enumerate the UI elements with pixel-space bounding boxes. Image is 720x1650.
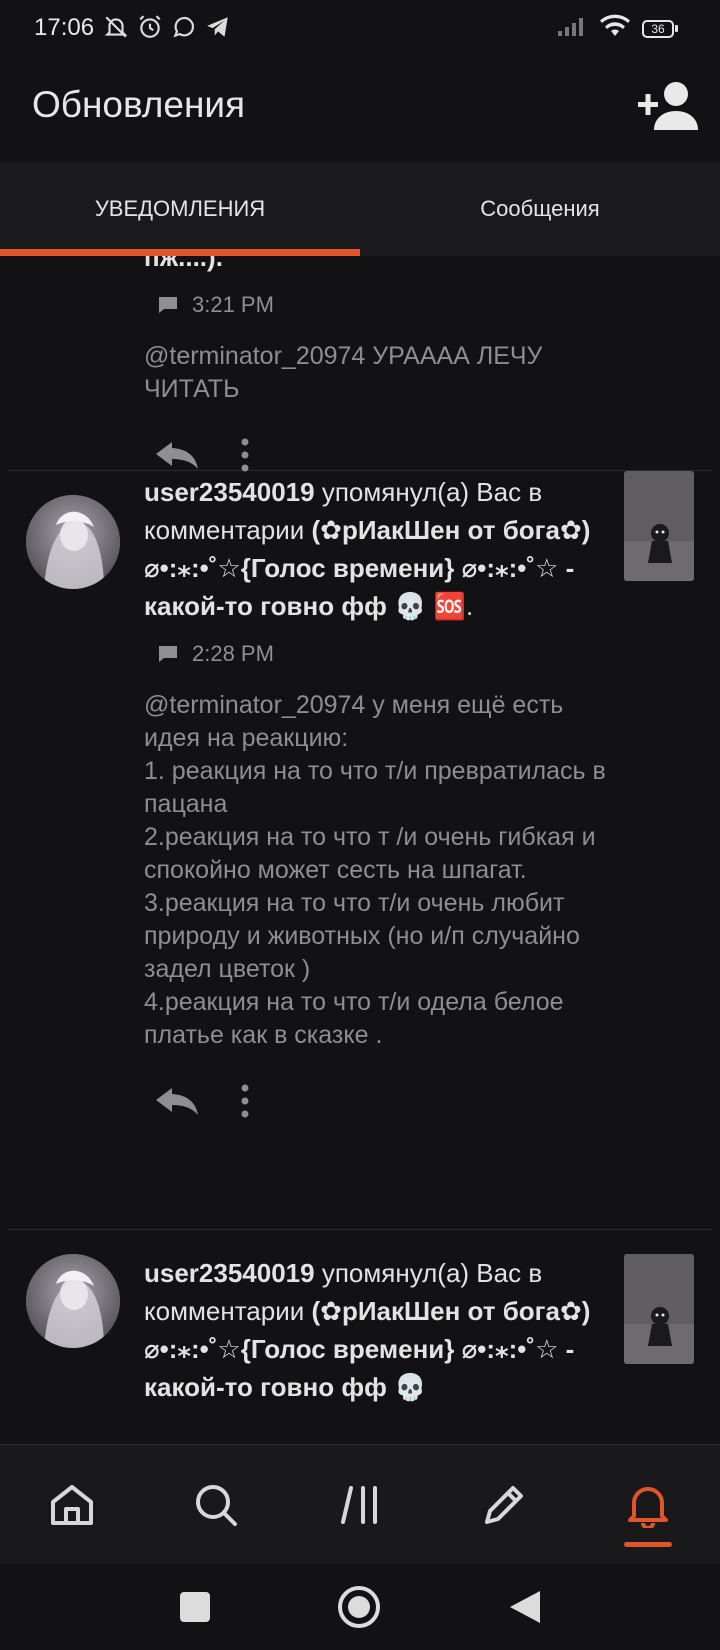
notification-user[interactable]: user23540019	[144, 1258, 315, 1288]
home-icon	[51, 1485, 93, 1525]
notification-item[interactable]: user23540019 упомянул(а) Вас в комментар…	[0, 471, 720, 1229]
tab-notifications[interactable]: УВЕДОМЛЕНИЯ	[0, 162, 360, 256]
add-user-button[interactable]	[638, 78, 700, 134]
telegram-icon	[204, 13, 232, 41]
avatar[interactable]	[26, 1254, 120, 1348]
home-circle-icon	[338, 1586, 380, 1628]
status-bar: 17:06 36	[0, 0, 720, 54]
comment-icon	[159, 646, 177, 662]
nav-search[interactable]	[186, 1475, 246, 1535]
notification-feed[interactable]: пж....). 3:21 PM @terminator_20974 УРААА…	[0, 256, 720, 1444]
recents-square-icon	[180, 1592, 210, 1622]
notification-time: 3:21 PM	[192, 292, 274, 317]
nav-home[interactable]	[42, 1475, 102, 1535]
more-vertical-icon	[241, 1084, 249, 1117]
notification-user[interactable]: user23540019	[144, 477, 315, 507]
notification-time: 2:28 PM	[192, 641, 274, 666]
notification-item[interactable]: пж....). 3:21 PM @terminator_20974 УРААА…	[0, 256, 720, 471]
nav-write[interactable]	[474, 1475, 534, 1535]
avatar[interactable]	[26, 495, 120, 589]
page-title: Обновления	[32, 84, 246, 125]
notification-item[interactable]: user23540019 упомянул(а) Вас в комментар…	[0, 1230, 720, 1444]
search-icon	[196, 1485, 237, 1526]
home-button[interactable]	[336, 1584, 382, 1630]
system-navigation	[0, 1564, 720, 1650]
reply-button[interactable]	[154, 440, 200, 475]
back-button[interactable]	[502, 1584, 548, 1630]
comment-icon	[159, 297, 177, 313]
story-cover-thumbnail[interactable]	[624, 471, 694, 581]
whatsapp-icon	[170, 13, 198, 41]
wifi-icon	[600, 14, 630, 43]
back-triangle-icon	[510, 1591, 540, 1623]
notification-title-tail: пж....).	[144, 256, 223, 272]
more-options-button[interactable]	[240, 1084, 250, 1123]
battery-icon: 36	[642, 19, 678, 38]
nav-notifications[interactable]	[618, 1475, 678, 1535]
bell-icon	[628, 1487, 668, 1528]
library-icon	[341, 1486, 377, 1524]
alarm-icon	[136, 13, 164, 41]
tab-messages[interactable]: Сообщения	[360, 162, 720, 256]
pencil-icon	[485, 1486, 523, 1524]
app-header: Обновления	[0, 54, 720, 162]
reply-icon	[156, 1087, 198, 1115]
signal-icon	[556, 15, 588, 42]
nav-library[interactable]	[332, 1475, 392, 1535]
reply-icon	[156, 441, 198, 469]
bell-muted-icon	[102, 13, 130, 41]
tab-active-indicator	[0, 249, 360, 256]
more-vertical-icon	[241, 438, 249, 471]
story-cover-thumbnail[interactable]	[624, 1254, 694, 1364]
reply-button[interactable]	[154, 1086, 200, 1121]
comment-text: @terminator_20974 у меня ещё есть идея н…	[144, 691, 606, 1049]
nav-active-indicator	[624, 1542, 672, 1547]
comment-text: @terminator_20974 УРАААА ЛЕЧУ ЧИТАТЬ	[144, 342, 543, 403]
bottom-navigation	[0, 1444, 720, 1564]
battery-level: 36	[642, 19, 674, 38]
add-user-icon	[638, 82, 698, 130]
tab-bar: УВЕДОМЛЕНИЯ Сообщения	[0, 162, 720, 256]
recents-button[interactable]	[172, 1584, 218, 1630]
status-time: 17:06	[34, 14, 95, 41]
notification-title: user23540019 упомянул(а) Вас в комментар…	[144, 1254, 614, 1406]
notification-title: user23540019 упомянул(а) Вас в комментар…	[144, 477, 591, 621]
